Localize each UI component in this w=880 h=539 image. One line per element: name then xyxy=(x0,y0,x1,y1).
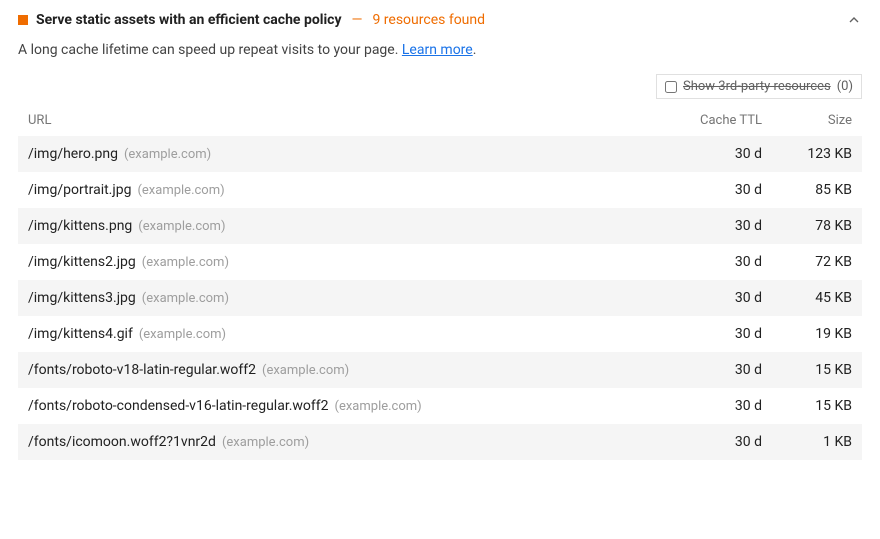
table-row: /img/kittens4.gif (example.com) 30 d19 KB xyxy=(18,316,862,352)
description-text: A long cache lifetime can speed up repea… xyxy=(18,42,402,58)
ttl-cell: 30 d xyxy=(652,398,762,414)
url-cell: /img/kittens2.jpg (example.com) xyxy=(28,254,652,270)
size-cell: 45 KB xyxy=(762,290,852,306)
description-period: . xyxy=(473,42,477,58)
col-header-size: Size xyxy=(762,113,852,128)
ttl-cell: 30 d xyxy=(652,290,762,306)
severity-icon xyxy=(18,15,28,25)
url-cell: /fonts/roboto-condensed-v16-latin-regula… xyxy=(28,398,652,414)
chevron-up-icon[interactable] xyxy=(846,12,862,28)
third-party-label: Show 3rd-party resources xyxy=(683,79,831,94)
third-party-row: Show 3rd-party resources (0) xyxy=(18,74,862,99)
ttl-cell: 30 d xyxy=(652,326,762,342)
url-domain: (example.com) xyxy=(262,363,349,378)
ttl-cell: 30 d xyxy=(652,182,762,198)
url-domain: (example.com) xyxy=(142,255,229,270)
resource-count: 9 resources found xyxy=(372,12,485,28)
url-path: /fonts/roboto-condensed-v16-latin-regula… xyxy=(28,398,329,414)
table-row: /img/hero.png (example.com) 30 d123 KB xyxy=(18,136,862,172)
learn-more-link[interactable]: Learn more xyxy=(402,42,473,58)
ttl-cell: 30 d xyxy=(652,434,762,450)
url-cell: /img/hero.png (example.com) xyxy=(28,146,652,162)
third-party-count: (0) xyxy=(837,79,853,94)
url-domain: (example.com) xyxy=(137,183,224,198)
size-cell: 19 KB xyxy=(762,326,852,342)
table-body: /img/hero.png(example.com)30 d123 KB/img… xyxy=(18,136,862,460)
url-cell: /img/kittens4.gif (example.com) xyxy=(28,326,652,342)
col-header-url: URL xyxy=(28,113,652,128)
url-path: /img/kittens.png xyxy=(28,218,132,234)
table-row: /img/kittens2.jpg (example.com) 30 d72 KB xyxy=(18,244,862,280)
audit-panel: Serve static assets with an efficient ca… xyxy=(0,0,880,472)
url-cell: /img/portrait.jpg (example.com) xyxy=(28,182,652,198)
table-row: /img/kittens3.jpg (example.com) 30 d45 KB xyxy=(18,280,862,316)
url-cell: /img/kittens.png (example.com) xyxy=(28,218,652,234)
size-cell: 1 KB xyxy=(762,434,852,450)
table-row: /fonts/roboto-condensed-v16-latin-regula… xyxy=(18,388,862,424)
table-header: URL Cache TTL Size xyxy=(18,105,862,136)
url-path: /img/kittens2.jpg xyxy=(28,254,136,270)
url-cell: /img/kittens3.jpg (example.com) xyxy=(28,290,652,306)
resources-table: URL Cache TTL Size /img/hero.png (example… xyxy=(18,105,862,460)
col-header-ttl: Cache TTL xyxy=(652,113,762,128)
count-dash: — xyxy=(352,12,363,28)
table-row: /fonts/icomoon.woff2?1vnr2d (example.com)… xyxy=(18,424,862,460)
table-row: /img/kittens.png (example.com) 30 d78 KB xyxy=(18,208,862,244)
url-domain: (example.com) xyxy=(142,291,229,306)
size-cell: 85 KB xyxy=(762,182,852,198)
audit-title: Serve static assets with an efficient ca… xyxy=(36,12,342,28)
ttl-cell: 30 d xyxy=(652,254,762,270)
audit-description: A long cache lifetime can speed up repea… xyxy=(18,42,862,58)
url-domain: (example.com) xyxy=(124,147,211,162)
url-domain: (example.com) xyxy=(139,327,226,342)
ttl-cell: 30 d xyxy=(652,362,762,378)
size-cell: 15 KB xyxy=(762,362,852,378)
url-path: /fonts/icomoon.woff2?1vnr2d xyxy=(28,434,216,450)
ttl-cell: 30 d xyxy=(652,218,762,234)
url-path: /img/kittens3.jpg xyxy=(28,290,136,306)
url-path: /img/hero.png xyxy=(28,146,118,162)
ttl-cell: 30 d xyxy=(652,146,762,162)
url-path: /img/portrait.jpg xyxy=(28,182,131,198)
url-cell: /fonts/icomoon.woff2?1vnr2d (example.com) xyxy=(28,434,652,450)
table-row: /fonts/roboto-v18-latin-regular.woff2 (ex… xyxy=(18,352,862,388)
url-cell: /fonts/roboto-v18-latin-regular.woff2 (ex… xyxy=(28,362,652,378)
size-cell: 78 KB xyxy=(762,218,852,234)
url-domain: (example.com) xyxy=(335,399,422,414)
third-party-toggle[interactable]: Show 3rd-party resources (0) xyxy=(656,74,862,99)
audit-header[interactable]: Serve static assets with an efficient ca… xyxy=(18,12,862,28)
url-path: /fonts/roboto-v18-latin-regular.woff2 xyxy=(28,362,256,378)
table-row: /img/portrait.jpg (example.com) 30 d85 KB xyxy=(18,172,862,208)
url-domain: (example.com) xyxy=(138,219,225,234)
url-domain: (example.com) xyxy=(222,435,309,450)
third-party-checkbox[interactable] xyxy=(665,81,677,93)
size-cell: 72 KB xyxy=(762,254,852,270)
size-cell: 15 KB xyxy=(762,398,852,414)
url-path: /img/kittens4.gif xyxy=(28,326,133,342)
size-cell: 123 KB xyxy=(762,146,852,162)
